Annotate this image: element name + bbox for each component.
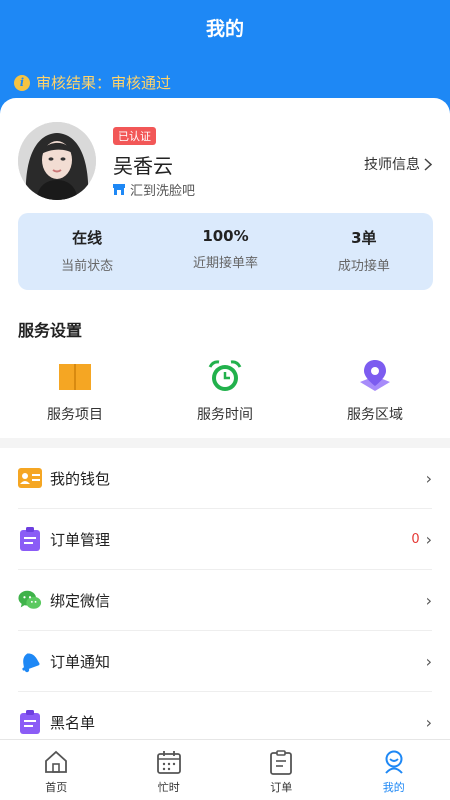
menu-item-label: 黑名单: [50, 713, 96, 732]
info-icon: i: [14, 74, 30, 91]
chevron-right-icon: ›: [425, 529, 432, 549]
alarm-clock-icon: [208, 360, 242, 391]
section-divider: [0, 438, 450, 448]
bottom-tab-bar: 首页 忙时 订单 我的: [0, 739, 450, 800]
calendar-icon: [156, 751, 181, 774]
service-settings-title: 服务设置: [18, 321, 83, 340]
stat-status: 在线 当前状态: [18, 213, 156, 290]
chevron-right-icon: ›: [425, 590, 432, 610]
chevron-right-icon: [424, 157, 432, 171]
menu-item-bind-wechat[interactable]: 绑定微信 ›: [18, 570, 432, 631]
menu-item-wallet[interactable]: 我的钱包 ›: [18, 448, 432, 509]
stat-value: 100%: [202, 227, 249, 245]
bell-icon: [18, 649, 42, 673]
profile-icon: [385, 750, 403, 774]
wallet-icon: [18, 466, 42, 490]
service-area-button[interactable]: 服务区域: [300, 358, 450, 428]
tab-label: 订单: [270, 781, 293, 794]
clipboard-icon: [18, 527, 42, 551]
chevron-right-icon: ›: [425, 468, 432, 488]
home-icon: [45, 750, 68, 773]
shop-icon: [113, 184, 125, 195]
tab-busy[interactable]: 忙时: [113, 740, 226, 800]
stats-panel: 在线 当前状态 100% 近期接单率 3单 成功接单: [18, 213, 433, 290]
stat-label: 当前状态: [61, 259, 114, 274]
content-sheet: 已认证 吴香云 汇到洗脸吧 技师信息 在线 当前状态 100% 近期接单率 3单…: [0, 98, 450, 800]
clipboard-icon: [270, 750, 293, 775]
tab-label: 我的: [382, 781, 405, 794]
menu-item-label: 订单通知: [50, 652, 111, 671]
stat-accept-rate: 100% 近期接单率: [156, 213, 294, 290]
tab-orders[interactable]: 订单: [225, 740, 338, 800]
stat-label: 成功接单: [337, 259, 390, 274]
technician-info-label: 技师信息: [364, 157, 420, 173]
technician-name: 吴香云: [113, 154, 173, 178]
service-items-button[interactable]: 服务项目: [0, 358, 150, 428]
menu-item-label: 绑定微信: [50, 591, 111, 610]
menu-item-label: 我的钱包: [50, 469, 111, 488]
stat-completed-orders: 3单 成功接单: [295, 213, 433, 290]
service-settings: 服务项目 服务时间 服务区域: [0, 358, 450, 428]
verified-badge: 已认证: [113, 127, 156, 145]
tab-home[interactable]: 首页: [0, 740, 113, 800]
chevron-right-icon: ›: [425, 651, 432, 671]
menu-item-label: 订单管理: [50, 530, 111, 549]
book-icon: [59, 364, 91, 390]
menu-item-order-management[interactable]: 订单管理 0 ›: [18, 509, 432, 570]
audit-status: i 审核结果：审核通过: [14, 72, 171, 93]
service-time-button[interactable]: 服务时间: [150, 358, 300, 428]
store-label: 汇到洗脸吧: [130, 184, 196, 199]
audit-text: 审核结果：审核通过: [36, 74, 172, 92]
clipboard-icon: [18, 710, 42, 734]
technician-info-link[interactable]: 技师信息: [364, 154, 432, 174]
store-name: 汇到洗脸吧: [113, 180, 195, 199]
wechat-icon: [18, 588, 42, 612]
avatar: [18, 122, 96, 200]
tab-mine[interactable]: 我的: [338, 740, 450, 800]
menu-list: 我的钱包 › 订单管理 0 › 绑定微信 › 订单通知 › 黑名单 ›: [0, 448, 450, 753]
order-count-badge: 0: [411, 531, 420, 547]
menu-item-order-notification[interactable]: 订单通知 ›: [18, 631, 432, 692]
service-area-label: 服务区域: [347, 407, 403, 423]
service-items-label: 服务项目: [47, 407, 103, 423]
stat-value: 在线: [72, 229, 103, 247]
tab-label: 首页: [45, 781, 68, 794]
page-title: 我的: [205, 18, 244, 40]
tab-label: 忙时: [157, 781, 180, 794]
stat-value: 3单: [351, 229, 377, 247]
location-pin-icon: [360, 360, 390, 391]
profile-card: 已认证 吴香云 汇到洗脸吧 技师信息: [18, 122, 432, 202]
chevron-right-icon: ›: [425, 712, 432, 732]
stat-label: 近期接单率: [192, 256, 258, 271]
service-time-label: 服务时间: [197, 407, 253, 423]
